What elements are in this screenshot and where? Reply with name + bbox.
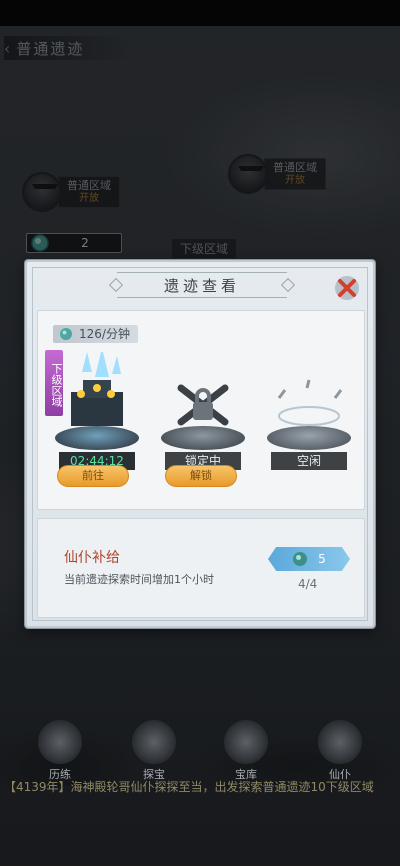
treasure-hunt-icon[interactable] xyxy=(132,720,176,764)
ruins-slot-active[interactable]: 02:44:12 xyxy=(47,352,147,472)
servant-icon[interactable] xyxy=(318,720,362,764)
close-icon[interactable] xyxy=(333,274,361,302)
supply-cost-value: 5 xyxy=(318,552,326,566)
supply-title: 仙仆补给 xyxy=(64,550,120,566)
rate-text: 126/分钟 xyxy=(79,327,130,341)
dialog-title: 遗迹查看 xyxy=(163,276,240,295)
altar-base xyxy=(267,426,351,450)
event-ticker: 【4139年】海神殿轮哥仙仆探探至当，出发探索普通遗迹10下级区域 xyxy=(4,780,374,794)
go-button[interactable]: 前往 xyxy=(57,465,129,487)
ruins-slot-idle[interactable]: 空闲 xyxy=(259,352,359,472)
slot-status: 空闲 xyxy=(271,452,347,470)
ruins-view-dialog: 遗迹查看 126/分钟 下级区域 02:44:12 锁定中 空闲 前往 解锁 仙… xyxy=(25,260,375,628)
jade-gem-icon xyxy=(60,328,72,340)
training-icon[interactable] xyxy=(38,720,82,764)
bottom-nav: 历练 探宝 宝库 仙仆 xyxy=(0,720,400,781)
production-rate: 126/分钟 xyxy=(53,325,138,343)
jade-gem-icon xyxy=(293,552,308,566)
ruins-slot-locked[interactable]: 锁定中 xyxy=(153,352,253,472)
dialog-title-banner: 遗迹查看 xyxy=(108,272,296,298)
vault-icon[interactable] xyxy=(224,720,268,764)
unlock-button[interactable]: 解锁 xyxy=(165,465,237,487)
supply-description: 当前遗迹探索时间增加1个小时 xyxy=(64,573,214,586)
altar-base xyxy=(55,426,139,450)
altar-base xyxy=(161,426,245,450)
status-bar xyxy=(0,0,400,26)
supply-use-button[interactable]: 5 xyxy=(268,547,350,571)
supply-count: 4/4 xyxy=(298,577,318,591)
servant-supply-panel: 仙仆补给 当前遗迹探索时间增加1个小时 5 4/4 xyxy=(37,518,365,618)
